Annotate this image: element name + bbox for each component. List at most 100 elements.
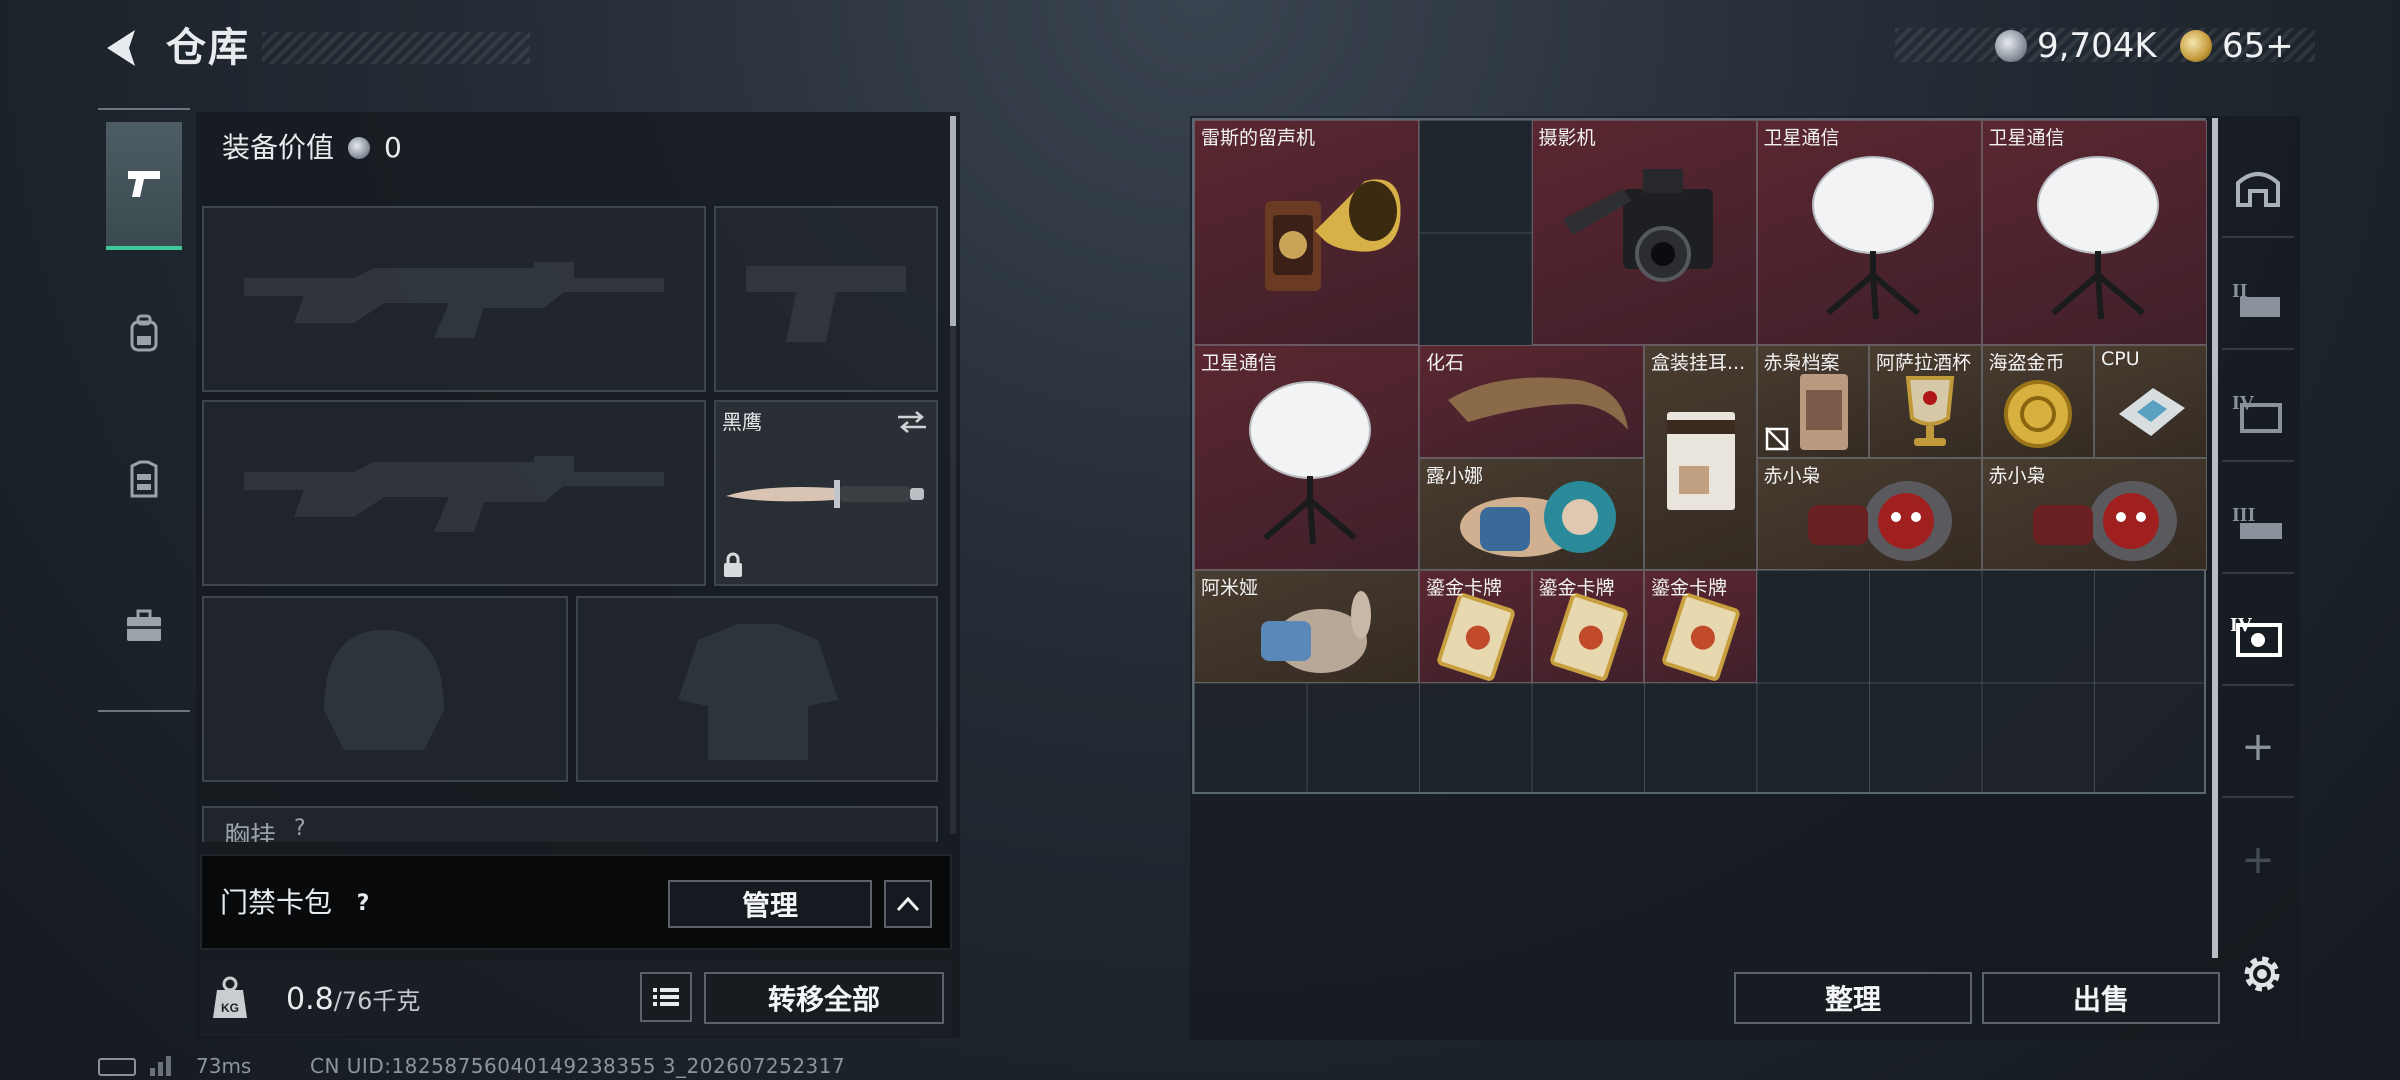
item-name: CPU — [2101, 348, 2140, 370]
item-name: 赤小枭 — [1763, 464, 1821, 487]
cpu-icon — [2119, 388, 2185, 436]
help-icon[interactable]: ? — [348, 888, 378, 918]
melee-slot[interactable]: 黑鹰 — [714, 400, 938, 586]
back-button[interactable] — [96, 22, 146, 74]
pistol-icon — [128, 171, 160, 197]
gold-card-icon — [1662, 593, 1740, 681]
home-icon — [2236, 172, 2280, 207]
back-arrow-icon — [107, 30, 135, 66]
secondary-weapon-slot[interactable] — [202, 400, 706, 586]
title-decoration — [262, 32, 530, 64]
stash-scrollbar[interactable] — [2212, 118, 2218, 958]
ping-text: 73ms — [196, 1054, 252, 1078]
armor-placeholder-icon — [678, 624, 838, 760]
tab-numeral: III — [2232, 504, 2256, 526]
stash-tab-2-icon: II — [2232, 280, 2280, 317]
camera-icon — [1562, 169, 1713, 282]
item-name: 露小娜 — [1426, 464, 1484, 487]
stash-item[interactable]: 露小娜 — [1419, 457, 1644, 570]
stash-item[interactable]: 海盗金币 — [1981, 345, 2094, 458]
gold-card-icon — [1437, 593, 1515, 681]
lock-icon — [724, 552, 742, 577]
chest-rig-slot[interactable]: 胸挂 ? — [202, 806, 938, 842]
add-tab-icon: + — [2241, 724, 2275, 770]
melee-name: 黑鹰 — [722, 410, 762, 434]
satellite-dish-icon — [1811, 156, 1934, 320]
category-backpack[interactable] — [106, 270, 182, 398]
helmet-placeholder-icon — [324, 630, 444, 750]
stash-tab-4[interactable]: IV — [2222, 362, 2294, 462]
item-name: 卫星通信 — [1763, 127, 1840, 149]
item-name: 鎏金卡牌 — [1651, 577, 1728, 599]
item-name: 摄影机 — [1538, 127, 1596, 149]
chevron-up-icon — [896, 896, 920, 912]
stash-tabs: II IV III IV + + — [2222, 138, 2294, 883]
helmet-slot[interactable] — [202, 596, 568, 782]
armor-slot[interactable] — [576, 596, 938, 782]
stash-item[interactable]: 雷斯的留声机 — [1194, 120, 1419, 345]
gold-coin-icon — [2003, 380, 2072, 448]
currency-gold[interactable]: 65+ — [2180, 24, 2294, 68]
item-name: 盒装挂耳... — [1651, 352, 1746, 374]
stash-item[interactable]: 卫星通信 — [1194, 345, 1419, 570]
pistol-placeholder-icon — [746, 266, 906, 342]
rifle-placeholder-icon — [244, 262, 664, 338]
stash-tab-2[interactable]: II — [2222, 250, 2294, 350]
item-name: 鎏金卡牌 — [1538, 577, 1615, 599]
stash-item[interactable]: 阿米娅 — [1194, 570, 1419, 683]
collapse-button[interactable] — [884, 880, 932, 928]
item-name: 阿萨拉酒杯 — [1876, 352, 1972, 374]
add-tab-icon: + — [2241, 837, 2275, 883]
stash-item[interactable]: 盒装挂耳... — [1644, 345, 1757, 570]
category-weapons[interactable] — [106, 122, 182, 250]
category-toolbox[interactable] — [106, 562, 182, 690]
item-name: 鎏金卡牌 — [1426, 577, 1503, 599]
manage-button[interactable]: 管理 — [668, 880, 872, 928]
stash-item[interactable]: 赤小枭 — [1981, 457, 2207, 570]
archive-icon — [1799, 374, 1848, 450]
stash-item[interactable]: 鎏金卡牌 — [1419, 570, 1532, 683]
gold-card-icon — [1549, 593, 1628, 681]
sort-button[interactable]: 整理 — [1734, 972, 1972, 1024]
stash-item[interactable]: CPU — [2094, 345, 2207, 458]
item-name: 赤枭档案 — [1763, 352, 1840, 374]
no-insure-icon — [1764, 427, 1789, 451]
equipment-scroll-thumb[interactable] — [950, 116, 956, 326]
stash-tab-active[interactable]: IV — [2222, 586, 2294, 686]
stash-tab-home[interactable] — [2222, 138, 2294, 238]
stash-item[interactable]: 赤小枭 — [1756, 457, 1982, 570]
gramophone-icon — [1265, 179, 1401, 291]
chest-rig-help-icon[interactable]: ? — [294, 816, 306, 841]
list-view-button[interactable] — [640, 972, 692, 1022]
uid-text: CN UID:18258756040149238355 3_2026072523… — [310, 1054, 846, 1078]
silver-amount: 9,704K — [2037, 26, 2157, 66]
item-name: 雷斯的留声机 — [1201, 127, 1316, 149]
category-chest-rig[interactable] — [106, 416, 182, 544]
silver-coin-icon — [1995, 30, 2027, 62]
stash-item[interactable]: 卫星通信 — [1756, 120, 1982, 345]
primary-weapon-slot[interactable] — [202, 206, 706, 392]
chest-rig-label: 胸挂 — [224, 822, 277, 842]
rifle-placeholder-icon — [244, 456, 664, 532]
category-rail — [98, 108, 190, 712]
add-tab-button[interactable]: + — [2222, 698, 2294, 798]
stash-item[interactable]: 鎏金卡牌 — [1644, 570, 1757, 683]
settings-button[interactable] — [2238, 950, 2286, 998]
add-tab-button[interactable]: + — [2222, 810, 2294, 910]
stash-item[interactable]: 阿萨拉酒杯 — [1869, 345, 1982, 458]
currency-silver[interactable]: 9,704K — [1995, 24, 2157, 68]
stash-item[interactable]: 赤枭档案 — [1756, 345, 1869, 458]
satellite-dish-icon — [1249, 381, 1371, 545]
stash-item[interactable]: 鎏金卡牌 — [1531, 570, 1644, 683]
stash-tab-3[interactable]: III — [2222, 474, 2294, 574]
swap-icon[interactable] — [896, 410, 928, 434]
stash-item[interactable]: 化石 — [1419, 345, 1644, 458]
transfer-all-button[interactable]: 转移全部 — [704, 972, 944, 1024]
stash-item[interactable]: 摄影机 — [1531, 120, 1757, 345]
sidearm-slot[interactable] — [714, 206, 938, 392]
stash-tab-active-icon: IV — [2230, 614, 2282, 657]
stash-item[interactable]: 卫星通信 — [1981, 120, 2207, 345]
weight-icon: KG — [212, 976, 248, 1020]
sell-button[interactable]: 出售 — [1982, 972, 2220, 1024]
item-name: 阿米娅 — [1201, 577, 1259, 599]
